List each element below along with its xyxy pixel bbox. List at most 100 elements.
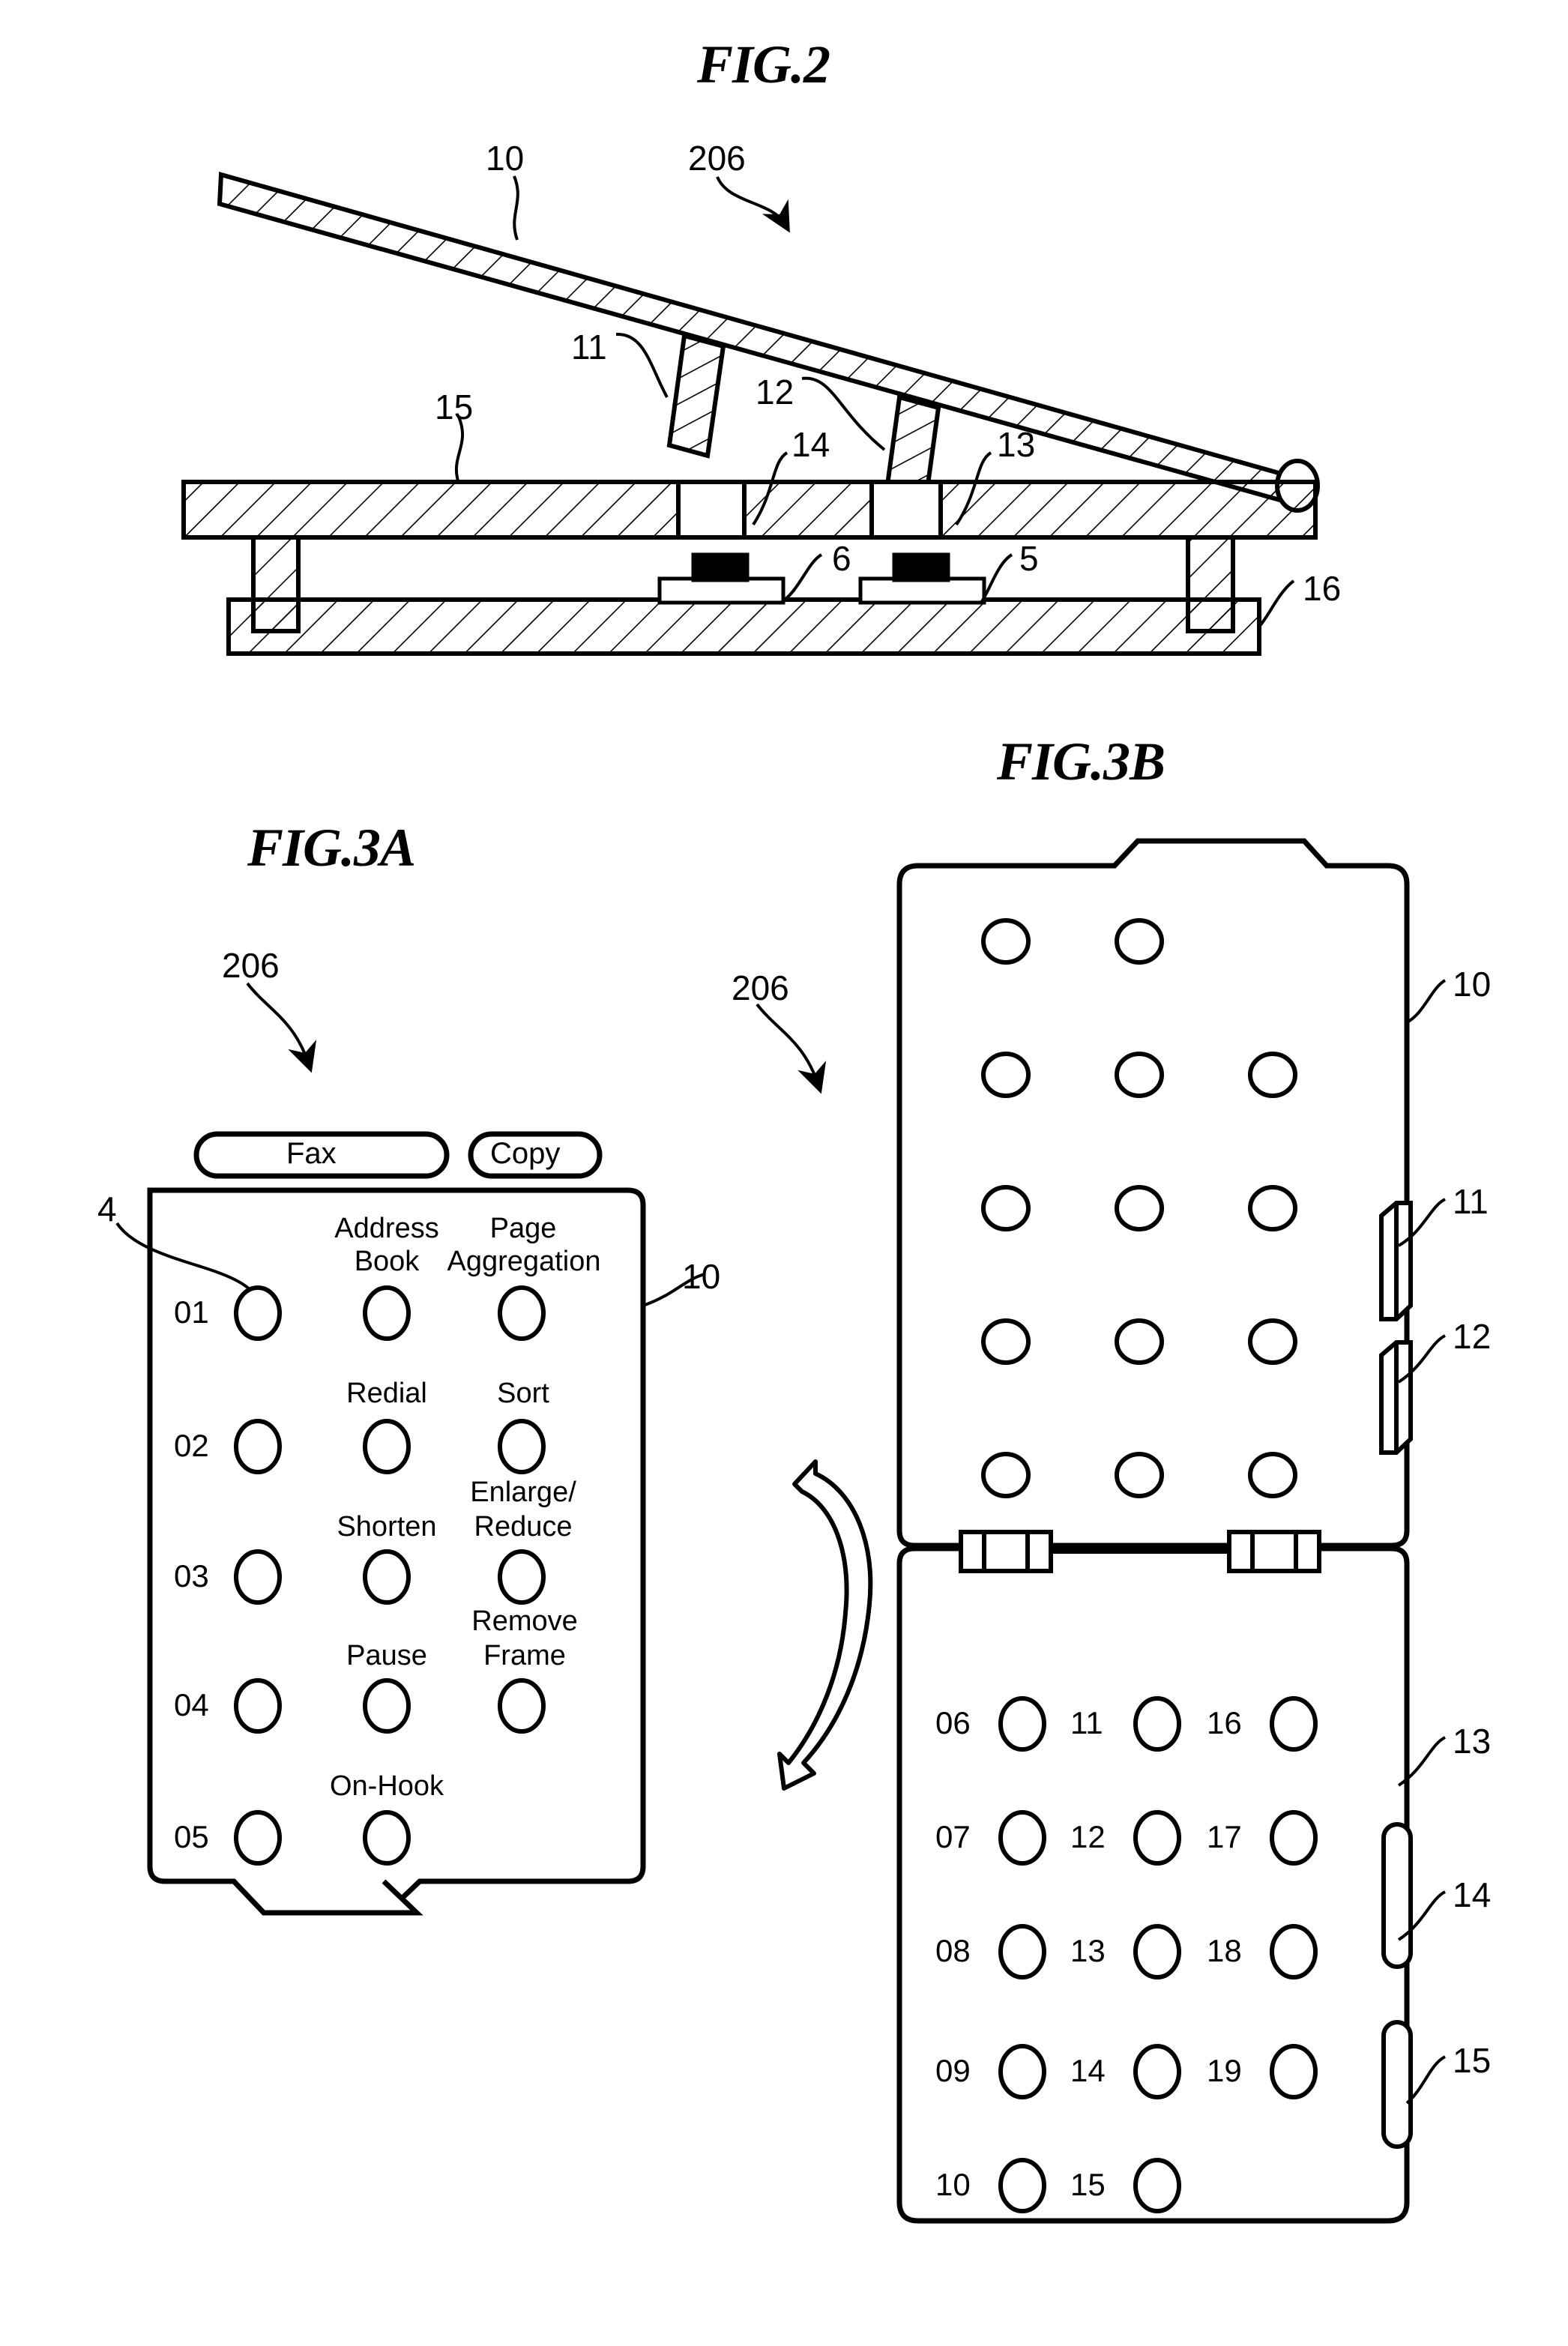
fig3a-key-04-c1[interactable]	[234, 1678, 282, 1734]
fig3b-projection-12	[1379, 1340, 1413, 1455]
fig3a-key-02-c2[interactable]	[363, 1419, 411, 1474]
fig3b-ref-206: 206	[732, 968, 789, 1007]
fig3a-key-02-c1[interactable]	[234, 1419, 282, 1474]
fig3a-ref-4: 4	[97, 1189, 117, 1228]
fig3b-up-key-r4c1[interactable]	[981, 1318, 1031, 1365]
fig3a-row-number-05: 05	[174, 1819, 209, 1854]
fig2-leader-10	[513, 175, 519, 241]
fig3b-slot-14	[1381, 2020, 1413, 2149]
label-remove-line2: Frame	[483, 1640, 566, 1671]
fig3b-hinge-left	[959, 1530, 1053, 1573]
fig3b-key-label-12: 12	[1070, 1819, 1106, 1854]
fig3b-low-key-17[interactable]	[1270, 1810, 1318, 1866]
fig3a-key-02-c3[interactable]	[498, 1419, 546, 1474]
fig3a-tab-copy-label[interactable]: Copy	[490, 1139, 560, 1169]
fig3b-low-key-14[interactable]	[1133, 2044, 1181, 2099]
fig3b-low-key-18[interactable]	[1270, 1924, 1318, 1979]
drawing-canvas	[115, 172, 1447, 2224]
label-on-hook: On-Hook	[329, 1770, 444, 1802]
fig2-leader-6	[778, 553, 823, 605]
label-pause: Pause	[346, 1640, 427, 1671]
fig2-upper-cover-10	[217, 172, 1292, 505]
fig2-ref-16: 16	[1303, 569, 1342, 608]
fig3b-key-label-18: 18	[1207, 1933, 1242, 1968]
label-shorten: Shorten	[337, 1511, 437, 1543]
fig3a-leader-206	[246, 982, 317, 1073]
fig3b-up-key-r5c3[interactable]	[1248, 1452, 1297, 1498]
fig3b-up-key-r2c2[interactable]	[1115, 1052, 1164, 1098]
fig3a-title: FIG.3A	[247, 818, 416, 878]
fig3b-low-key-11[interactable]	[1133, 1696, 1181, 1752]
fig3a-row-number-04: 04	[174, 1687, 209, 1722]
fig3b-key-label-10: 10	[935, 2167, 971, 2202]
label-enlarge-line1: Enlarge/	[470, 1477, 576, 1508]
fig3a-key-03-c1[interactable]	[234, 1549, 282, 1605]
fig3b-key-label-07: 07	[935, 1819, 971, 1854]
fig3a-key-01-c3[interactable]	[498, 1285, 546, 1341]
fig2-ref-15: 15	[435, 388, 474, 426]
fig3b-low-key-13[interactable]	[1133, 1924, 1181, 1979]
fig3b-up-key-r3c2[interactable]	[1115, 1185, 1164, 1231]
fig3a-key-04-c2[interactable]	[363, 1678, 411, 1734]
fig2-projection-11	[666, 333, 726, 459]
fig3b-key-label-14: 14	[1070, 2053, 1106, 2088]
fig3b-key-label-09: 09	[935, 2053, 971, 2088]
fig3b-key-label-13: 13	[1070, 1933, 1106, 1968]
fig3a-row-number-01: 01	[174, 1294, 209, 1330]
fig2-leader-15	[454, 416, 464, 484]
fig2-leader-11	[615, 332, 669, 398]
fig3b-folded-panel	[756, 838, 1447, 2224]
fig3b-up-key-r3c3[interactable]	[1248, 1185, 1297, 1231]
fig3a-key-01-c2[interactable]	[363, 1285, 411, 1341]
fig2-ref-12: 12	[756, 373, 794, 411]
fig2-ref-10: 10	[486, 139, 525, 178]
label-address-book-line1: Address	[334, 1213, 439, 1244]
fig3b-up-key-r5c2[interactable]	[1115, 1452, 1164, 1498]
fig3b-hinge-right	[1227, 1530, 1321, 1573]
fig3b-low-key-08[interactable]	[998, 1924, 1046, 1979]
label-remove-line1: Remove	[471, 1605, 578, 1637]
fig3b-low-key-16[interactable]	[1270, 1696, 1318, 1752]
fig2-switch-5	[858, 552, 986, 605]
fig3b-low-key-15[interactable]	[1133, 2158, 1181, 2213]
fig3b-up-key-r4c3[interactable]	[1248, 1318, 1297, 1365]
fig3b-up-key-r1c1[interactable]	[981, 918, 1031, 965]
fig3a-key-03-c3[interactable]	[498, 1549, 546, 1605]
fig3b-slot-13	[1381, 1822, 1413, 1969]
fig3a-key-05-c1[interactable]	[234, 1810, 282, 1866]
fig3a-key-05-c2[interactable]	[363, 1810, 411, 1866]
fig3b-up-key-r5c1[interactable]	[981, 1452, 1031, 1498]
fig3b-up-key-r2c3[interactable]	[1248, 1052, 1297, 1098]
fig3b-low-key-06[interactable]	[998, 1696, 1046, 1752]
fig3b-ref-13: 13	[1453, 1722, 1492, 1761]
fig3b-low-key-07[interactable]	[998, 1810, 1046, 1866]
fig3a-row-number-03: 03	[174, 1558, 209, 1593]
fig2-ref-6: 6	[832, 539, 851, 578]
fig2-ref-11: 11	[571, 328, 607, 367]
fig3b-up-key-r4c2[interactable]	[1115, 1318, 1164, 1365]
fig3b-up-key-r1c2[interactable]	[1115, 918, 1164, 965]
fig3b-up-key-r3c1[interactable]	[981, 1185, 1031, 1231]
fig3b-ref-14: 14	[1453, 1875, 1492, 1914]
fig3a-key-03-c2[interactable]	[363, 1549, 411, 1605]
fig3b-low-key-19[interactable]	[1270, 2044, 1318, 2099]
fig2-title: FIG.2	[697, 34, 830, 94]
fig3b-up-key-r2c1[interactable]	[981, 1052, 1031, 1098]
fig3b-lower-panel	[896, 1546, 1410, 2224]
fig3a-key-04-c3[interactable]	[498, 1678, 546, 1734]
fig3b-key-label-06: 06	[935, 1705, 971, 1740]
fig3b-low-key-12[interactable]	[1133, 1810, 1181, 1866]
label-redial: Redial	[346, 1378, 427, 1409]
fig3b-key-label-19: 19	[1207, 2053, 1242, 2088]
fig2-leader-206	[716, 176, 790, 233]
fig3a-tab-fax-label[interactable]: Fax	[286, 1139, 337, 1169]
label-sort: Sort	[497, 1378, 549, 1409]
fig2-ref-206: 206	[688, 139, 746, 178]
label-page-aggregation-line1: Page	[489, 1213, 557, 1244]
fig3a-key-01-c1[interactable]	[234, 1285, 282, 1341]
fig3b-title: FIG.3B	[997, 732, 1166, 791]
fig3b-rotation-arrow-icon	[777, 1459, 873, 1791]
fig3b-key-label-16: 16	[1207, 1705, 1242, 1740]
fig3b-low-key-09[interactable]	[998, 2044, 1046, 2099]
fig3b-low-key-10[interactable]	[998, 2158, 1046, 2213]
